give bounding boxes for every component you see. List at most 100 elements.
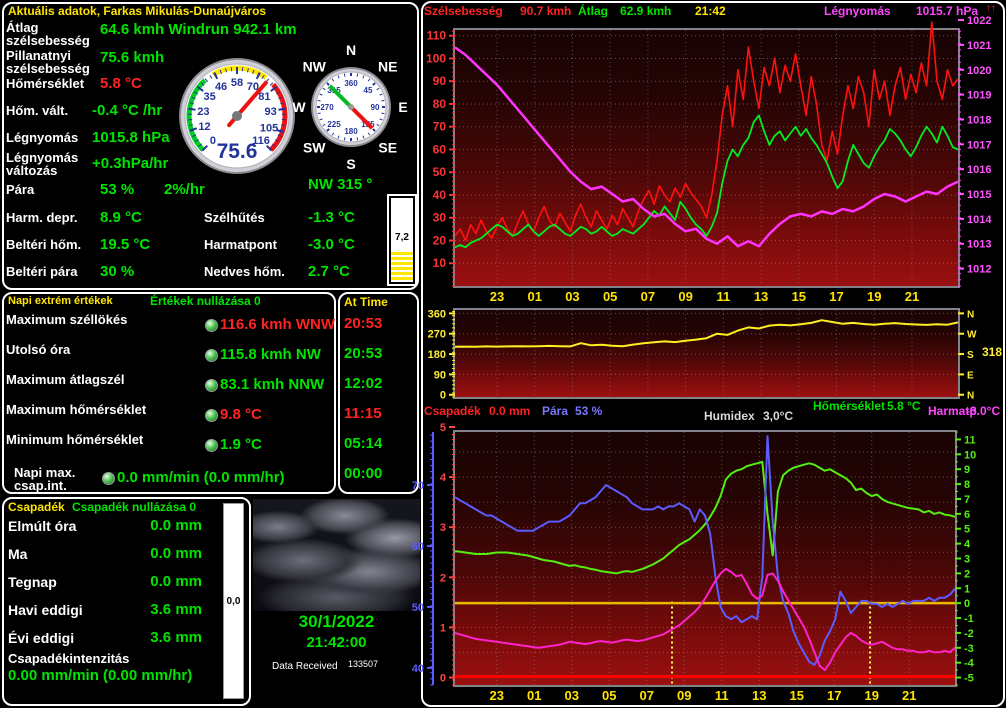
- extreme-time: 05:14: [344, 435, 414, 465]
- extreme-label: Maximum átlagszél: [6, 372, 125, 387]
- rain-row-value: 0.0 mm: [126, 517, 202, 534]
- svg-text:15: 15: [792, 289, 806, 304]
- wet-bulb-label: Nedves hőm.: [204, 264, 285, 279]
- indoor-temp-value: 19.5 °C: [100, 236, 150, 253]
- svg-text:-4: -4: [964, 658, 975, 670]
- svg-text:2: 2: [440, 572, 446, 584]
- svg-text:1012: 1012: [967, 264, 991, 276]
- svg-text:03: 03: [565, 289, 579, 304]
- rain-gauge-bar: 0,0: [223, 503, 244, 699]
- svg-text:318: 318: [982, 345, 1002, 359]
- svg-text:70: 70: [433, 120, 447, 134]
- svg-text:17: 17: [829, 289, 843, 304]
- led-icon: [205, 409, 218, 422]
- rain-row-label: Évi eddigi: [8, 630, 74, 646]
- rain-intensity-value: 0.00 mm/min (0.00 mm/hr): [8, 667, 192, 684]
- svg-text:1016: 1016: [967, 164, 991, 176]
- temperature-header-label: Hőmérséklet: [813, 399, 885, 413]
- svg-text:11: 11: [964, 434, 976, 446]
- svg-text:90: 90: [433, 74, 447, 88]
- extreme-value: 1.9 °C: [220, 436, 262, 453]
- pressure-value: 1015.8 hPa: [92, 129, 170, 146]
- svg-text:15: 15: [790, 688, 804, 703]
- extremes-reset-button[interactable]: Értékek nullázása 0: [150, 294, 261, 308]
- svg-text:0: 0: [440, 672, 446, 684]
- svg-text:7: 7: [964, 494, 970, 506]
- extreme-time: 12:02: [344, 375, 414, 405]
- rain-row: Elmúlt óra 0.0 mm: [8, 512, 208, 540]
- svg-text:1022: 1022: [967, 15, 991, 27]
- svg-text:03: 03: [565, 688, 579, 703]
- wet-bulb-value: 2.7 °C: [308, 263, 350, 280]
- attime-header: At Time: [344, 295, 388, 309]
- svg-text:0: 0: [440, 390, 446, 402]
- current-date: 30/1/2022: [253, 612, 420, 632]
- svg-text:100: 100: [426, 51, 446, 65]
- svg-text:19: 19: [867, 289, 881, 304]
- svg-text:90: 90: [434, 369, 446, 381]
- svg-text:07: 07: [640, 688, 654, 703]
- avg-wind-label-2: szélsebesség: [6, 33, 90, 48]
- wind-chill-label: Szélhűtés: [204, 210, 265, 225]
- svg-text:1013: 1013: [967, 239, 991, 251]
- svg-text:1015: 1015: [967, 189, 991, 201]
- led-icon: [102, 472, 115, 485]
- extreme-value: 83.1 kmh NNW: [220, 376, 324, 393]
- led-icon: [205, 379, 218, 392]
- svg-text:05: 05: [602, 688, 616, 703]
- wind-chill-value: -1.3 °C: [308, 209, 355, 226]
- svg-text:50: 50: [433, 165, 447, 179]
- svg-text:21: 21: [905, 289, 919, 304]
- svg-text:11: 11: [715, 688, 729, 703]
- humidex-header-value: 3,0°C: [763, 409, 793, 423]
- data-received-label: Data Received: [272, 661, 338, 672]
- extreme-label: Minimum hőmérséklet: [6, 432, 143, 447]
- svg-text:23: 23: [490, 688, 504, 703]
- svg-text:0: 0: [964, 598, 970, 610]
- svg-text:W: W: [967, 330, 977, 341]
- svg-text:19: 19: [865, 688, 879, 703]
- avg-wind-value: 64.6 kmh Windrun 942.1 km: [100, 21, 297, 38]
- led-icon: [205, 439, 218, 452]
- svg-text:40: 40: [433, 188, 447, 202]
- sky-camera-image: [253, 499, 420, 611]
- svg-text:01: 01: [527, 289, 541, 304]
- extreme-time: 20:53: [344, 345, 414, 375]
- humidex-header-label: Humidex: [704, 409, 755, 423]
- svg-text:13: 13: [754, 289, 768, 304]
- extreme-value: 115.8 kmh NW: [220, 346, 321, 363]
- rain-row: Tegnap 0.0 mm: [8, 568, 208, 596]
- svg-text:S: S: [967, 350, 974, 361]
- svg-text:20: 20: [433, 233, 447, 247]
- temp-change-value: -0.4 °C /hr: [92, 102, 162, 119]
- wind-direction-chart: 090180270360NWSEN318: [455, 310, 958, 397]
- svg-text:-1: -1: [964, 613, 974, 625]
- rain-row: Ma 0.0 mm: [8, 540, 208, 568]
- svg-text:6: 6: [964, 509, 970, 521]
- humidity-temperature-chart: 23010305070911131517192101234540506070-5…: [455, 432, 955, 685]
- svg-text:4: 4: [964, 539, 971, 551]
- current-time: 21:42:00: [253, 634, 420, 651]
- inst-wind-value: 75.6 kmh: [100, 49, 164, 66]
- svg-text:1021: 1021: [967, 40, 991, 52]
- rain-row-value: 0.0 mm: [126, 573, 202, 590]
- svg-text:1014: 1014: [967, 214, 992, 226]
- svg-text:1: 1: [440, 622, 446, 634]
- humidity-change-value: 2%/hr: [164, 181, 205, 198]
- inst-wind-label-2: szélsebesség: [6, 61, 90, 76]
- wind-force-bar: 7,2: [387, 194, 417, 286]
- extreme-time: 11:15: [344, 405, 414, 435]
- extreme-row: Utolsó óra 115.8 kmh NW: [6, 342, 334, 372]
- pressure-header-label: Légnyomás: [824, 4, 891, 18]
- wind-direction-reading: NW 315 °: [308, 176, 372, 193]
- rain-rows: Elmúlt óra 0.0 mm Ma 0.0 mm Tegnap 0.0 m…: [8, 512, 208, 652]
- svg-text:07: 07: [641, 289, 655, 304]
- extremes-title: Napi extrém értékek: [8, 295, 113, 307]
- svg-text:8: 8: [964, 479, 970, 491]
- extreme-label: Maximum széllökés: [6, 312, 127, 327]
- extremes-rows: Maximum széllökés 116.6 kmh WNW Utolsó ó…: [6, 312, 334, 492]
- wind-force-bar-value: 7,2: [391, 232, 413, 243]
- indoor-humidity-value: 30 %: [100, 263, 134, 280]
- rain-intensity-label: Csapadékintenzitás: [8, 651, 129, 666]
- svg-text:10: 10: [433, 256, 447, 270]
